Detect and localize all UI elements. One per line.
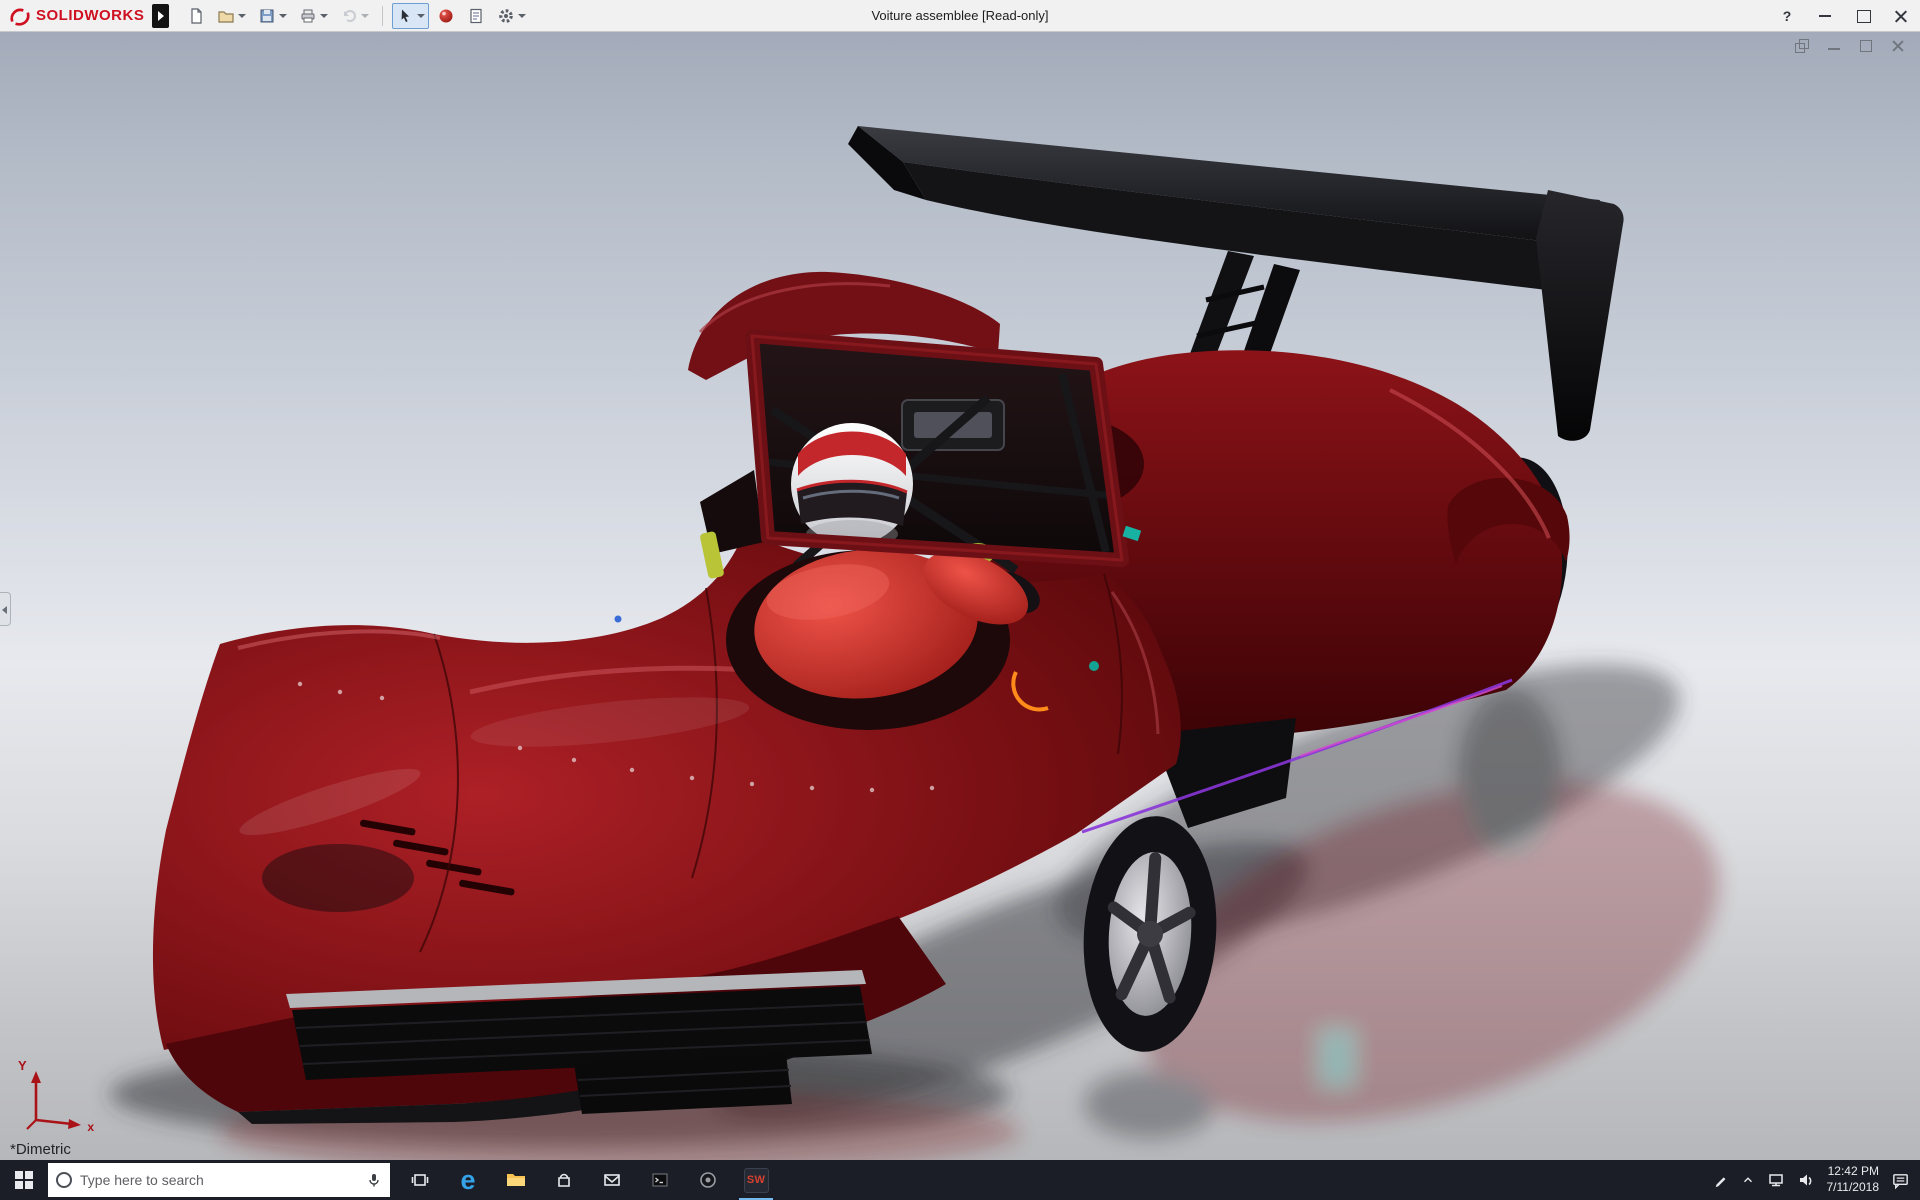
select-cursor-icon	[396, 7, 414, 25]
minimize-button[interactable]	[1806, 0, 1844, 32]
solidworks-window: SOLIDWORKS	[0, 0, 1920, 1200]
window-title: Voiture assemblee [Read-only]	[871, 8, 1048, 23]
options-gear-icon	[497, 7, 515, 25]
search-input[interactable]	[80, 1172, 358, 1188]
quick-access-toolbar	[183, 0, 530, 31]
chevron-up-icon	[1741, 1173, 1755, 1187]
new-document-icon	[187, 7, 205, 25]
save-icon	[258, 7, 276, 25]
clock-time: 12:42 PM	[1827, 1164, 1880, 1180]
caret-down-icon	[279, 14, 287, 18]
caret-down-icon	[518, 14, 526, 18]
help-button[interactable]: ?	[1768, 0, 1806, 32]
open-button[interactable]	[213, 3, 250, 29]
network-button[interactable]	[1767, 1160, 1785, 1200]
triad-y-label: Y	[18, 1058, 27, 1073]
appearance-sphere-icon	[437, 7, 455, 25]
action-center-icon	[1891, 1171, 1910, 1190]
maximize-button[interactable]	[1844, 0, 1882, 32]
doc-minimize-icon[interactable]	[1826, 38, 1842, 54]
triad-x-label: x	[87, 1120, 94, 1134]
taskbar: e	[0, 1160, 1920, 1200]
triad-axes-icon	[16, 1060, 96, 1140]
file-properties-icon	[467, 7, 485, 25]
menu-expand-button[interactable]	[152, 4, 169, 28]
caret-down-icon	[320, 14, 328, 18]
panel-collapse-tab[interactable]	[0, 592, 11, 626]
edge-icon: e	[460, 1167, 475, 1194]
document-window-controls	[1794, 38, 1906, 54]
network-icon	[1767, 1171, 1785, 1189]
solidworks-app-button[interactable]: SW	[732, 1160, 780, 1200]
arrow-right-icon	[158, 11, 164, 21]
taskbar-search[interactable]	[48, 1163, 390, 1197]
new-document-button[interactable]	[183, 3, 209, 29]
taskbar-clock[interactable]: 12:42 PM 7/11/2018	[1827, 1164, 1880, 1195]
solidworks-logo: SOLIDWORKS	[8, 6, 144, 26]
caret-down-icon	[417, 14, 425, 18]
taskbar-apps: e	[396, 1160, 780, 1200]
brand-text: SOLIDWORKS	[36, 7, 144, 24]
toolbar-separator	[382, 6, 383, 26]
pen-icon	[1713, 1172, 1729, 1188]
solidworks-app-icon: SW	[744, 1168, 769, 1193]
undo-button[interactable]	[336, 3, 373, 29]
close-button[interactable]	[1882, 0, 1920, 32]
task-view-icon	[410, 1170, 430, 1190]
hidden-icons-button[interactable]	[1741, 1160, 1755, 1200]
view-orientation-label: *Dimetric	[10, 1141, 71, 1158]
action-center-button[interactable]	[1891, 1160, 1910, 1200]
microphone-icon[interactable]	[366, 1172, 382, 1188]
pen-button[interactable]	[1713, 1160, 1729, 1200]
print-button[interactable]	[295, 3, 332, 29]
caret-down-icon	[361, 14, 369, 18]
orientation-triad[interactable]: Y x	[16, 1060, 96, 1140]
terminal-button[interactable]	[636, 1160, 684, 1200]
save-button[interactable]	[254, 3, 291, 29]
titlebar: SOLIDWORKS	[0, 0, 1920, 32]
doc-maximize-icon[interactable]	[1858, 38, 1874, 54]
clock-date: 7/11/2018	[1827, 1180, 1880, 1196]
options-button[interactable]	[493, 3, 530, 29]
volume-button[interactable]	[1797, 1160, 1815, 1200]
media-player-icon	[698, 1170, 718, 1190]
windows-logo-icon	[15, 1171, 33, 1189]
file-explorer-icon	[505, 1170, 527, 1190]
media-player-button[interactable]	[684, 1160, 732, 1200]
store-button[interactable]	[540, 1160, 588, 1200]
start-button[interactable]	[0, 1160, 48, 1200]
file-explorer-button[interactable]	[492, 1160, 540, 1200]
dassault-swoosh-icon	[8, 6, 32, 26]
mail-button[interactable]	[588, 1160, 636, 1200]
cortana-icon	[56, 1172, 72, 1188]
car-model-render[interactable]	[0, 32, 1920, 1160]
mail-icon	[602, 1170, 622, 1190]
doc-restore-down-icon[interactable]	[1794, 38, 1810, 54]
volume-icon	[1797, 1171, 1815, 1189]
open-folder-icon	[217, 7, 235, 25]
print-icon	[299, 7, 317, 25]
terminal-icon	[650, 1170, 670, 1190]
caret-down-icon	[238, 14, 246, 18]
store-icon	[554, 1170, 574, 1190]
task-view-button[interactable]	[396, 1160, 444, 1200]
system-tray: 12:42 PM 7/11/2018	[1713, 1160, 1920, 1200]
doc-close-icon[interactable]	[1890, 38, 1906, 54]
undo-icon	[340, 7, 358, 25]
edge-button[interactable]: e	[444, 1160, 492, 1200]
file-properties-button[interactable]	[463, 3, 489, 29]
viewport-3d[interactable]: Y x *Dimetric	[0, 32, 1920, 1160]
select-tool-button[interactable]	[392, 3, 429, 29]
appearance-button[interactable]	[433, 3, 459, 29]
